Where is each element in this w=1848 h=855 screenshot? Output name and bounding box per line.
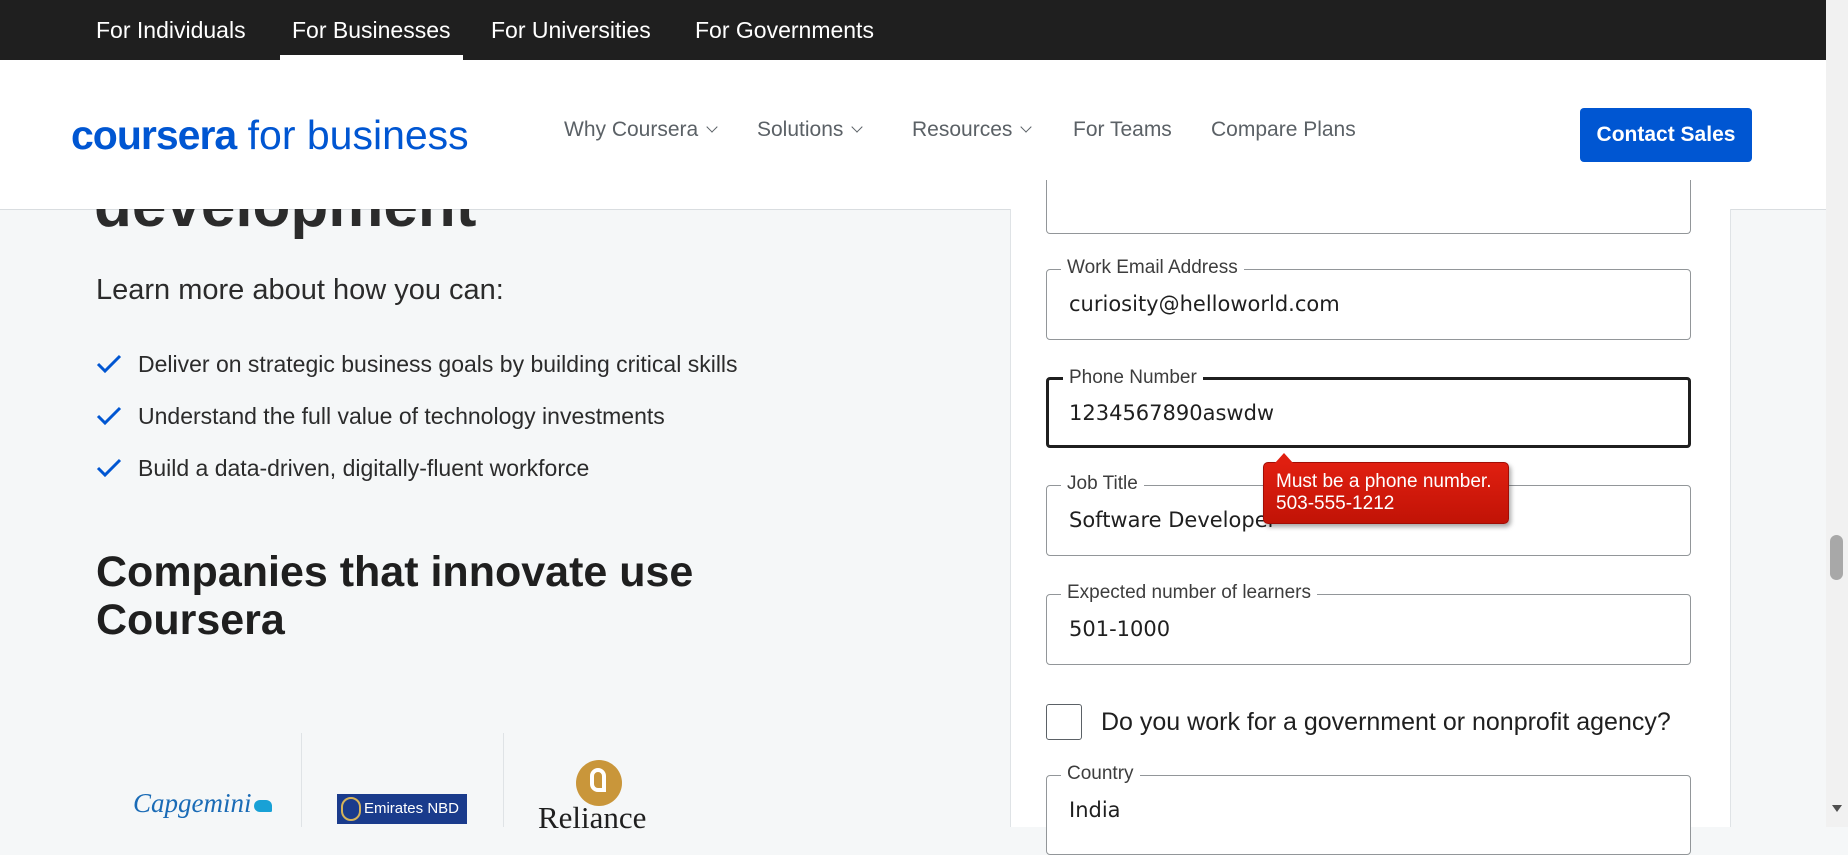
learners-value: 501-1000 <box>1069 617 1171 641</box>
list-item: Deliver on strategic business goals by b… <box>96 338 738 390</box>
capgemini-spade-icon <box>253 800 272 812</box>
coursera-for-business-logo[interactable]: coursera for business <box>71 112 469 159</box>
phone-number-value: 1234567890aswdw <box>1069 401 1275 425</box>
benefits-list: Deliver on strategic business goals by b… <box>96 338 738 494</box>
phone-number-field[interactable]: Phone Number 1234567890aswdw <box>1046 367 1691 448</box>
validation-message: Must be a phone number. <box>1276 471 1492 492</box>
nav-why-coursera[interactable]: Why Coursera <box>564 118 718 142</box>
nav-for-teams[interactable]: For Teams <box>1073 118 1172 142</box>
benefit-text: Understand the full value of technology … <box>138 402 665 429</box>
work-email-field[interactable]: Work Email Address curiosity@helloworld.… <box>1046 257 1691 340</box>
government-nonprofit-label[interactable]: Do you work for a government or nonprofi… <box>1101 708 1671 737</box>
tab-for-businesses-label: For Businesses <box>292 17 451 43</box>
emirates-nbd-emblem-icon <box>341 797 361 821</box>
contact-sales-button[interactable]: Contact Sales <box>1580 108 1752 162</box>
logo-divider <box>503 733 504 827</box>
audience-bar: For Individuals For Businesses For Unive… <box>0 0 1826 60</box>
job-title-label: Job Title <box>1061 473 1144 495</box>
chevron-down-icon <box>706 121 718 133</box>
phone-validation-tooltip: Must be a phone number. 503-555-1212 <box>1263 453 1509 524</box>
work-email-label: Work Email Address <box>1061 257 1244 279</box>
work-email-value: curiosity@helloworld.com <box>1069 292 1340 316</box>
page-scrollbar[interactable] <box>1826 0 1848 827</box>
logo-suffix: for business <box>247 112 469 158</box>
country-label: Country <box>1061 763 1140 785</box>
job-title-value: Software Developer <box>1069 508 1277 532</box>
country-value: India <box>1069 798 1121 822</box>
reliance-logo: Reliance <box>538 800 647 835</box>
benefit-text: Build a data-driven, digitally-fluent wo… <box>138 454 590 481</box>
capgemini-logo-text: Capgemini <box>133 788 252 818</box>
benefit-text: Deliver on strategic business goals by b… <box>138 350 738 377</box>
list-item: Build a data-driven, digitally-fluent wo… <box>96 442 738 494</box>
country-select[interactable]: Country India <box>1046 763 1691 855</box>
check-icon <box>96 458 122 478</box>
nav-why-coursera-label: Why Coursera <box>564 118 699 141</box>
scroll-down-arrow-icon[interactable] <box>1832 805 1842 812</box>
tab-for-universities[interactable]: For Universities <box>491 0 651 60</box>
emirates-nbd-logo: Emirates NBD <box>337 794 467 824</box>
capgemini-logo: Capgemini <box>133 788 272 819</box>
nav-compare-plans[interactable]: Compare Plans <box>1211 118 1356 142</box>
learners-label: Expected number of learners <box>1061 582 1317 604</box>
validation-example: 503-555-1212 <box>1276 493 1395 514</box>
chevron-down-icon <box>851 121 864 133</box>
check-icon <box>96 406 122 426</box>
scrollbar-thumb[interactable] <box>1830 535 1843 580</box>
tab-for-individuals[interactable]: For Individuals <box>96 0 246 60</box>
phone-number-label: Phone Number <box>1063 367 1203 389</box>
list-item: Understand the full value of technology … <box>96 390 738 442</box>
government-nonprofit-checkbox[interactable] <box>1046 704 1082 740</box>
tab-for-governments[interactable]: For Governments <box>695 0 874 60</box>
companies-heading: Companies that innovate use Coursera <box>96 548 694 644</box>
government-nonprofit-row: Do you work for a government or nonprofi… <box>1046 704 1671 740</box>
logo-divider <box>301 733 302 827</box>
check-icon <box>96 354 122 374</box>
nav-resources[interactable]: Resources <box>912 118 1033 142</box>
previous-field-bottom[interactable] <box>1046 180 1691 234</box>
emirates-nbd-logo-text: Emirates NBD <box>363 800 459 817</box>
nav-solutions-label: Solutions <box>757 118 844 141</box>
logo-wordmark: coursera <box>71 112 237 158</box>
learners-select[interactable]: Expected number of learners 501-1000 <box>1046 582 1691 665</box>
nav-solutions[interactable]: Solutions <box>757 118 864 142</box>
nav-resources-label: Resources <box>912 118 1013 141</box>
chevron-down-icon <box>1020 121 1033 133</box>
lead-text: Learn more about how you can: <box>96 274 504 306</box>
tab-for-businesses[interactable]: For Businesses <box>280 0 463 60</box>
